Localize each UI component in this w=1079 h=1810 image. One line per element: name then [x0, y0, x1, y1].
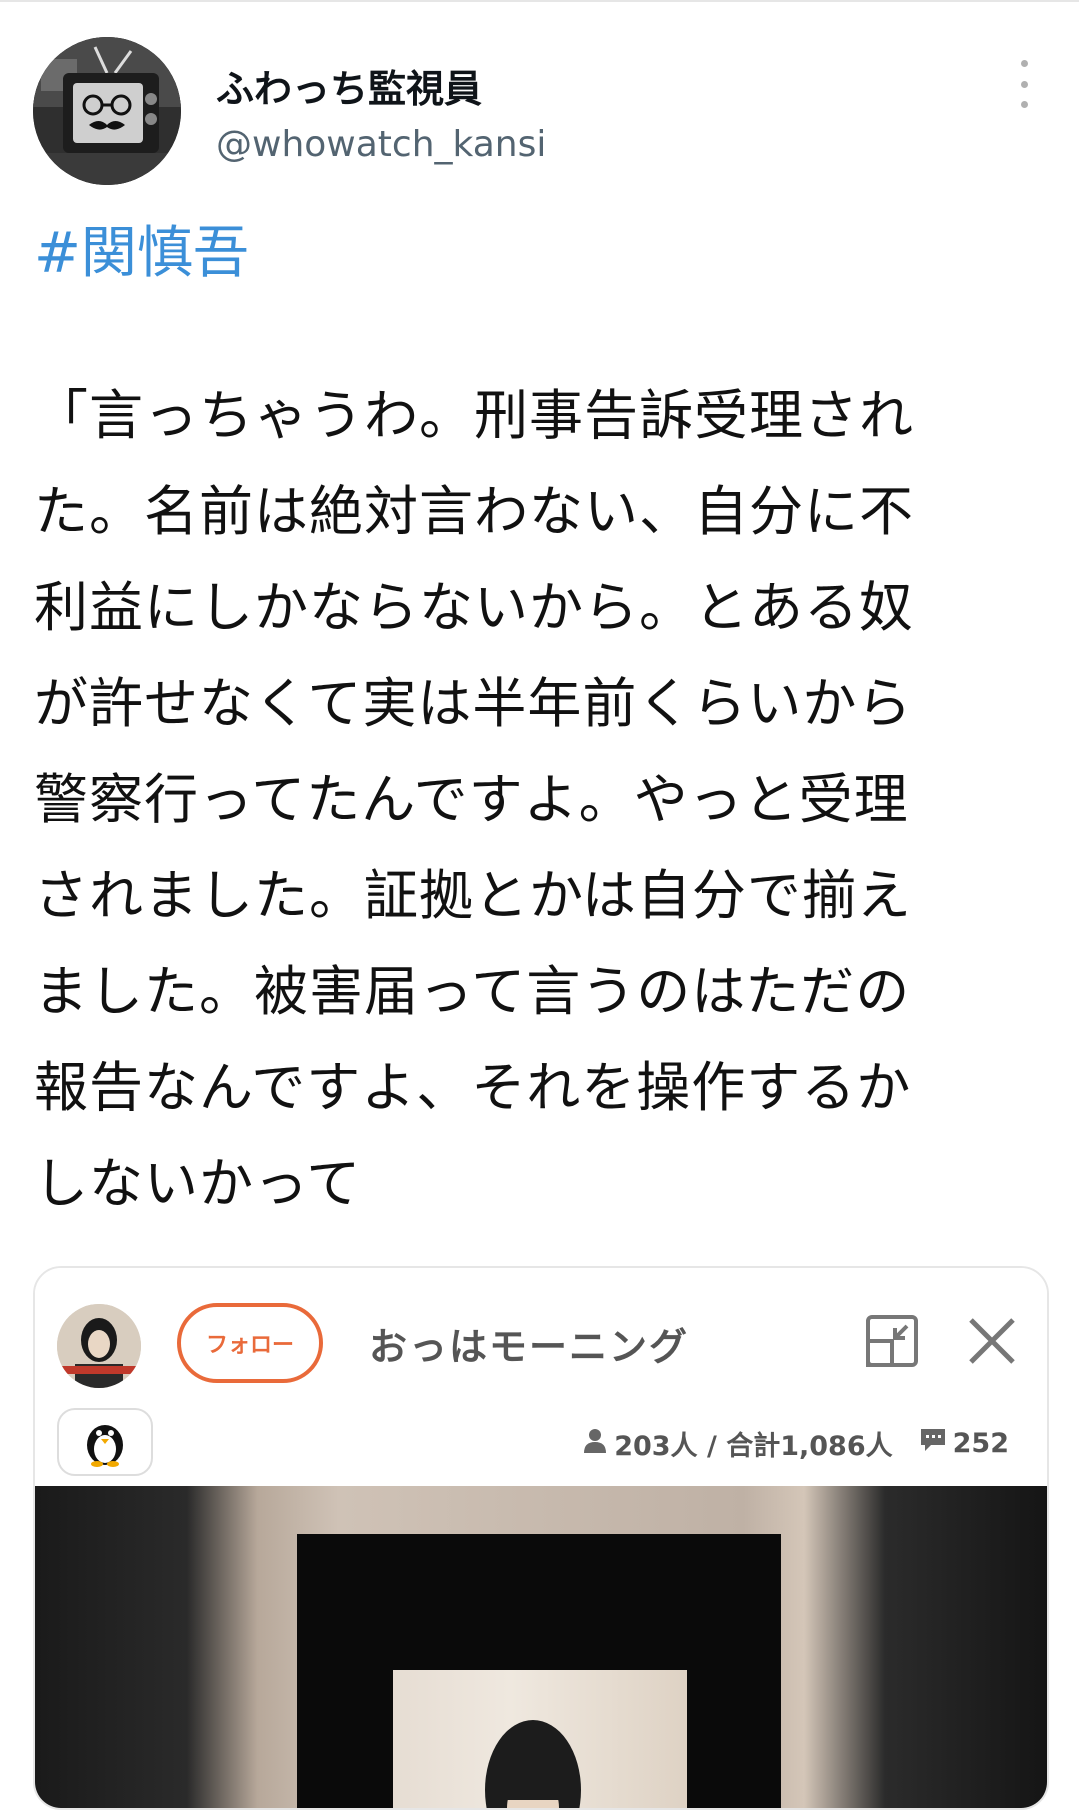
comment-count: 252: [952, 1428, 1009, 1459]
embedded-stream-image[interactable]: フォロー おっはモーニング 203人 / 合計1,086人 252: [33, 1266, 1049, 1810]
viewer-count: 203人 / 合計1,086人: [614, 1431, 893, 1462]
stream-header: フォロー おっはモーニング 203人 / 合計1,086人 252: [35, 1268, 1047, 1486]
hashtag-link[interactable]: #関慎吾: [34, 208, 249, 289]
more-dot-icon: [1020, 80, 1028, 88]
viewer-icon: [582, 1427, 608, 1460]
tweet-line: 「言っちゃうわ。刑事告訴受理され: [34, 384, 914, 447]
user-avatar[interactable]: [33, 37, 181, 185]
stream-stats: 203人 / 合計1,086人 252: [582, 1424, 1009, 1463]
tweet-line: た。名前は絶対言わない、自分に不: [34, 480, 914, 543]
close-icon: [969, 1318, 1015, 1364]
follow-button[interactable]: フォロー: [177, 1303, 323, 1383]
minimize-icon: [866, 1315, 918, 1367]
more-options-button[interactable]: [1006, 56, 1042, 112]
tv-mascot-icon: [33, 37, 181, 185]
tweet-line: が許せなくて実は半年前くらいから: [34, 672, 913, 735]
tweet-text: 「言っちゃうわ。刑事告訴受理され た。名前は絶対言わない、自分に不 利益にしかな…: [34, 368, 1024, 1232]
tweet-line: 利益にしかならないから。とある奴: [34, 576, 914, 639]
tweet-line: 警察行ってたんですよ。やっと受理: [34, 768, 909, 831]
close-button[interactable]: [965, 1314, 1019, 1368]
tweet-line: 報告なんですよ、それを操作するか: [34, 1056, 912, 1119]
more-dot-icon: [1020, 101, 1028, 108]
user-handle[interactable]: @whowatch_kansi: [216, 124, 546, 165]
tweet-line: ました。被害届って言うのはただの: [34, 960, 911, 1023]
penguin-icon: [87, 1425, 123, 1467]
top-divider: [0, 0, 1079, 2]
host-avatar[interactable]: [57, 1304, 141, 1388]
more-dot-icon: [1020, 60, 1028, 67]
streamer-photo-icon: [485, 1720, 581, 1808]
video-inner: [393, 1670, 687, 1808]
penguin-badge[interactable]: [57, 1408, 153, 1476]
stream-title: おっはモーニング: [369, 1325, 690, 1369]
comment-icon: [919, 1427, 947, 1460]
host-photo-icon: [57, 1304, 141, 1388]
tweet-line: されました。証拠とかは自分で揃え: [34, 864, 912, 927]
minimize-button[interactable]: [865, 1314, 919, 1368]
display-name[interactable]: ふわっち監視員: [216, 58, 482, 113]
video-frame: [297, 1534, 781, 1808]
stream-video[interactable]: [35, 1486, 1047, 1808]
tweet-line: しないかって: [34, 1152, 362, 1215]
